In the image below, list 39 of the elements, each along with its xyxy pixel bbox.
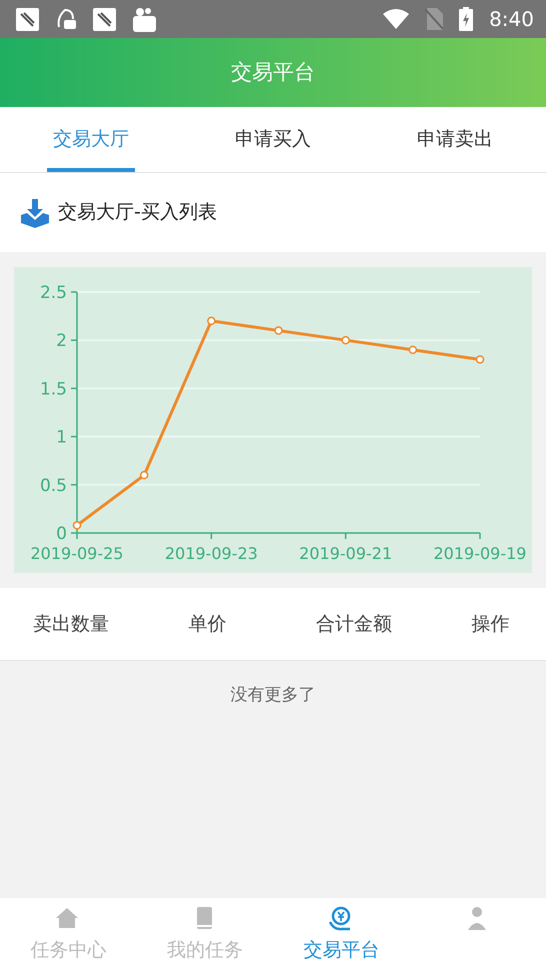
data-point bbox=[274, 326, 283, 335]
data-point bbox=[207, 316, 216, 326]
x-tick-label: 2019-09-21 bbox=[299, 544, 392, 563]
clock-time: 8:40 bbox=[489, 6, 534, 33]
page-title: 交易平台 bbox=[231, 58, 315, 86]
data-point bbox=[476, 355, 484, 364]
x-tick-label: 2019-09-19 bbox=[434, 544, 526, 563]
wifi-icon bbox=[383, 9, 410, 29]
x-tick-label: 2019-09-23 bbox=[164, 544, 258, 563]
y-tick-label: 0 bbox=[56, 524, 67, 544]
tab[interactable]: 申请卖出 bbox=[364, 107, 546, 172]
section-title: 交易大厅-买入列表 bbox=[58, 200, 217, 226]
battery-charging-icon bbox=[459, 7, 474, 31]
data-point bbox=[140, 470, 148, 480]
nav-tab[interactable]: 我的任务 bbox=[136, 898, 273, 975]
y-tick-label: 1.5 bbox=[40, 379, 67, 400]
y-tick-label: 2.5 bbox=[40, 283, 67, 303]
column-header: 卖出数量 bbox=[32, 612, 110, 637]
column-header: 合计金额 bbox=[314, 612, 393, 637]
column-header: 操作 bbox=[470, 612, 510, 637]
data-point bbox=[341, 336, 350, 344]
app-notification-icon bbox=[93, 8, 116, 30]
no-sim-icon bbox=[425, 8, 444, 30]
nav-tab[interactable]: 交易平台 bbox=[273, 898, 410, 975]
column-header: 单价 bbox=[187, 612, 228, 637]
x-tick-label: 2019-09-25 bbox=[30, 544, 124, 563]
app-notification-icon bbox=[16, 8, 39, 30]
y-tick-label: 2 bbox=[56, 331, 67, 352]
data-point bbox=[72, 521, 82, 530]
bag-notification-icon bbox=[132, 6, 157, 32]
tab[interactable]: 申请买入 bbox=[182, 107, 364, 172]
y-tick-label: 0.5 bbox=[40, 476, 67, 496]
download-tray-icon bbox=[20, 198, 50, 228]
no-more-text: 没有更多了 bbox=[230, 685, 316, 705]
tab[interactable]: 交易大厅 bbox=[0, 107, 182, 172]
chat-notification-icon bbox=[55, 7, 77, 31]
y-tick-label: 1 bbox=[56, 428, 67, 448]
nav-tab[interactable]: 任务中心 bbox=[0, 898, 136, 975]
data-point bbox=[408, 346, 418, 354]
